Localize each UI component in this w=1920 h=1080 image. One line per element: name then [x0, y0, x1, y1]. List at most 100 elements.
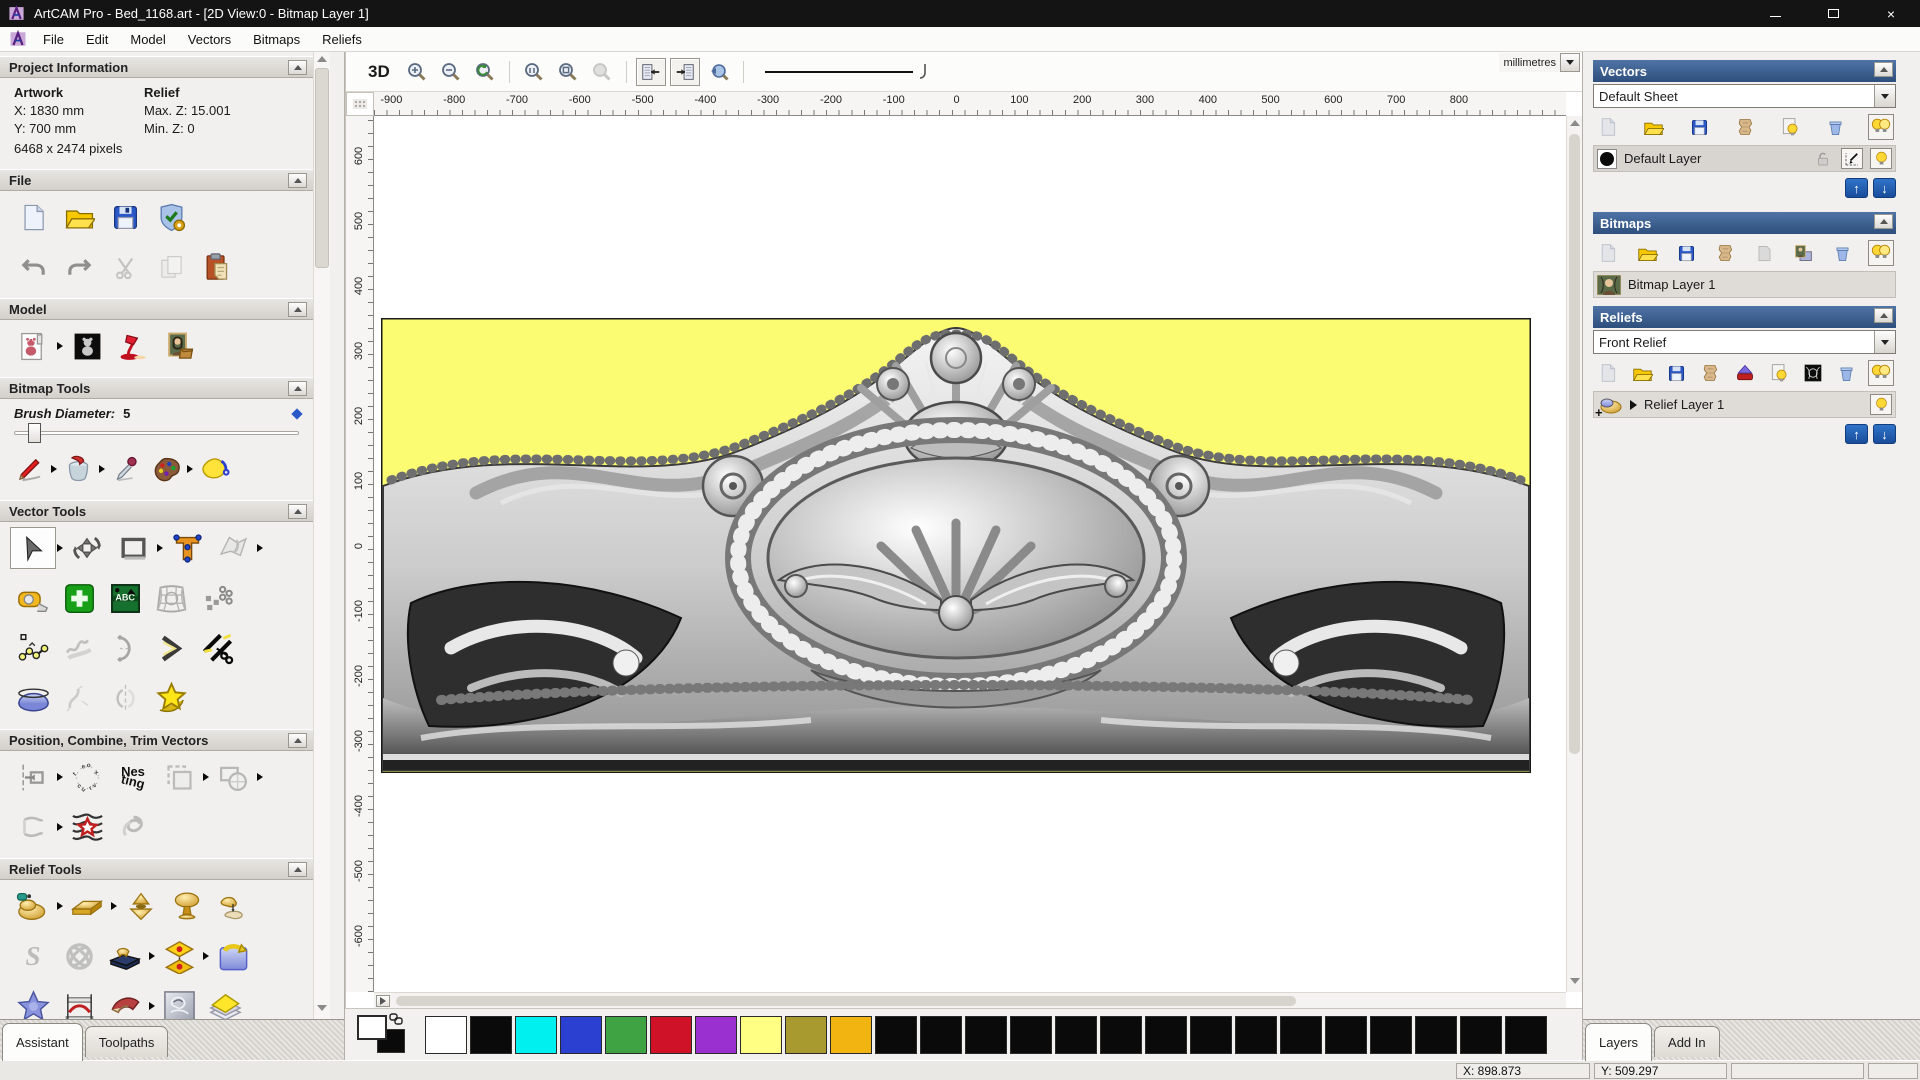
- layer-visibility-button[interactable]: [1870, 148, 1892, 169]
- palette-swatch[interactable]: [1280, 1015, 1322, 1054]
- bitmaps-preview-button[interactable]: [1790, 240, 1816, 266]
- reliefs-stamp-button[interactable]: [1732, 360, 1758, 386]
- slider-thumb[interactable]: [28, 423, 41, 443]
- tool-arc-fit[interactable]: [102, 627, 148, 669]
- tool-two-rail-sweep[interactable]: [56, 985, 102, 1019]
- bitmaps-all-layers-visibility-button[interactable]: [1868, 240, 1894, 266]
- tool-text-on-curve[interactable]: e oxtc ur v: [64, 756, 110, 798]
- bitmap-layer-row[interactable]: Bitmap Layer 1: [1593, 271, 1896, 298]
- flyout-arrow-icon[interactable]: [51, 465, 57, 473]
- tool-trim-vectors[interactable]: [10, 806, 56, 848]
- tool-mirror-vectors[interactable]: [102, 677, 148, 719]
- palette-swatch[interactable]: [1010, 1015, 1052, 1054]
- tab-add-in[interactable]: Add In: [1654, 1026, 1720, 1057]
- tool-create-rectangle[interactable]: [110, 527, 156, 569]
- minimize-button[interactable]: [1746, 0, 1804, 27]
- flyout-arrow-icon[interactable]: [99, 465, 105, 473]
- canvas-horizontal-scrollbar[interactable]: [374, 992, 1566, 1008]
- flyout-arrow-icon[interactable]: [111, 902, 117, 910]
- canvas[interactable]: [374, 116, 1566, 992]
- collapse-button[interactable]: [1874, 62, 1893, 77]
- dropdown-button[interactable]: [1874, 85, 1895, 107]
- flyout-arrow-icon[interactable]: [149, 1002, 155, 1010]
- tool-save-model[interactable]: [102, 196, 148, 238]
- tool-select-vectors[interactable]: [10, 527, 56, 569]
- scroll-up-icon[interactable]: [1570, 120, 1580, 130]
- palette-swatch[interactable]: [650, 1015, 692, 1054]
- layer-color-swatch[interactable]: [1597, 148, 1617, 169]
- tool-lighting[interactable]: [110, 325, 156, 367]
- bitmaps-merge-layers-button[interactable]: [1712, 240, 1738, 266]
- collapse-button[interactable]: [288, 60, 307, 75]
- line-width-selector[interactable]: [759, 61, 934, 83]
- tool-block-paste[interactable]: [194, 577, 240, 619]
- tool-create-text[interactable]: [164, 527, 210, 569]
- relief-layer-row[interactable]: + Relief Layer 1: [1593, 391, 1896, 420]
- flyout-arrow-icon[interactable]: [57, 773, 63, 781]
- tool-bitmap-fill[interactable]: [194, 448, 234, 490]
- palette-swatch[interactable]: [1055, 1015, 1097, 1054]
- palette-swatch[interactable]: [830, 1015, 872, 1054]
- zoom-in-button[interactable]: [402, 58, 432, 86]
- link-colors-icon[interactable]: [389, 1012, 403, 1025]
- collapse-button[interactable]: [1874, 214, 1893, 229]
- vectors-all-layers-visibility-button[interactable]: [1868, 114, 1894, 140]
- vectors-save-layer-button[interactable]: [1686, 114, 1712, 140]
- vector-sheet-dropdown[interactable]: Default Sheet: [1593, 84, 1896, 108]
- bitmaps-clear-layer-button[interactable]: [1751, 240, 1777, 266]
- tab-assistant[interactable]: Assistant: [2, 1023, 83, 1061]
- tool-swept-profile[interactable]: [102, 985, 148, 1019]
- flyout-arrow-icon[interactable]: [187, 465, 193, 473]
- tool-nesting[interactable]: Nes ting: [110, 756, 156, 798]
- tool-copy[interactable]: [148, 246, 194, 288]
- tool-model-options[interactable]: [148, 196, 194, 238]
- brush-diameter-slider[interactable]: [14, 423, 299, 443]
- reliefs-texture-preview-button[interactable]: [1800, 360, 1826, 386]
- flyout-arrow-icon[interactable]: [157, 544, 163, 552]
- tool-transform-vectors[interactable]: [64, 527, 110, 569]
- move-layer-down-button[interactable]: ↓: [1873, 178, 1896, 198]
- slider-track[interactable]: [14, 431, 299, 435]
- layer-name[interactable]: Default Layer: [1624, 151, 1805, 166]
- palette-swatch[interactable]: [1370, 1015, 1412, 1054]
- palette-swatch[interactable]: [1460, 1015, 1502, 1054]
- tool-wrap-relief[interactable]: [210, 935, 256, 977]
- reliefs-toggle-page-visibility-button[interactable]: [1766, 360, 1792, 386]
- flyout-arrow-icon[interactable]: [149, 952, 155, 960]
- tab-layers[interactable]: Layers: [1585, 1023, 1653, 1061]
- vectors-open-layer-button[interactable]: [1641, 114, 1667, 140]
- reliefs-new-layer-button[interactable]: [1595, 360, 1621, 386]
- menu-edit[interactable]: Edit: [75, 29, 119, 50]
- flyout-arrow-icon[interactable]: [57, 342, 63, 350]
- menu-reliefs[interactable]: Reliefs: [311, 29, 373, 50]
- tool-group-vectors[interactable]: [156, 756, 202, 798]
- tool-redo[interactable]: [56, 246, 102, 288]
- primary-secondary-colors[interactable]: [355, 1012, 407, 1057]
- flyout-arrow-icon[interactable]: [57, 902, 63, 910]
- tool-create-polygon[interactable]: [56, 577, 102, 619]
- ruler-corner[interactable]: [346, 92, 374, 116]
- flyout-arrow-icon[interactable]: [203, 773, 209, 781]
- tool-combine-reliefs[interactable]: [210, 885, 256, 927]
- tool-shape-editor[interactable]: [10, 885, 56, 927]
- tool-two-cone-shape[interactable]: [118, 885, 164, 927]
- move-layer-up-button[interactable]: ↑: [1845, 178, 1868, 198]
- snap-guides-button[interactable]: [669, 57, 700, 86]
- tool-envelope-distortion[interactable]: [148, 577, 194, 619]
- tool-text-in-a-box[interactable]: ABC: [102, 577, 148, 619]
- scroll-up-icon[interactable]: [317, 56, 327, 66]
- tool-cut[interactable]: [102, 246, 148, 288]
- reliefs-delete-layer-button[interactable]: [1834, 360, 1860, 386]
- palette-swatch[interactable]: [1415, 1015, 1457, 1054]
- palette-swatch[interactable]: [1190, 1015, 1232, 1054]
- bitmap-artwork[interactable]: [381, 318, 1531, 773]
- scroll-down-icon[interactable]: [317, 1005, 327, 1015]
- menu-model[interactable]: Model: [119, 29, 176, 50]
- assistant-scrollbar[interactable]: [313, 52, 330, 1019]
- tool-star-shape[interactable]: [10, 985, 56, 1019]
- palette-swatch[interactable]: [1145, 1015, 1187, 1054]
- move-layer-down-button[interactable]: ↓: [1873, 424, 1896, 444]
- bitmaps-delete-layer-button[interactable]: [1829, 240, 1855, 266]
- palette-swatch[interactable]: [560, 1015, 602, 1054]
- pan-view-button[interactable]: [704, 58, 734, 86]
